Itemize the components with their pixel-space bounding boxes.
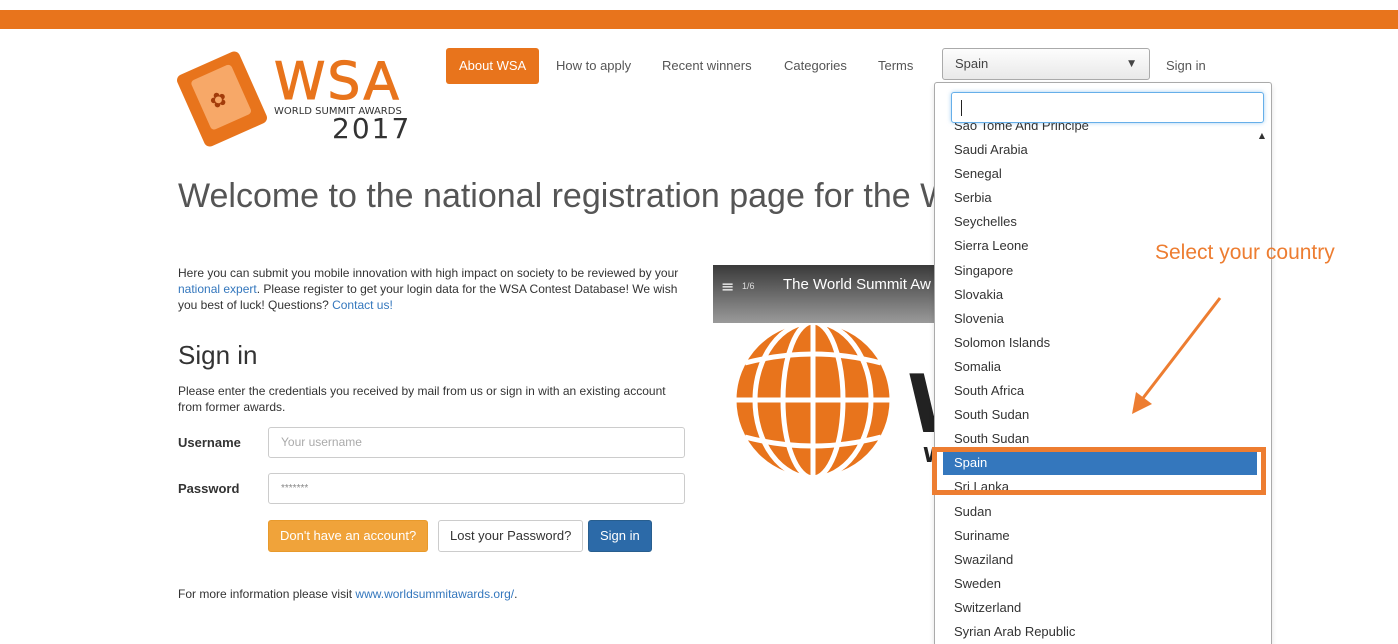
wsa-website-link[interactable]: www.worldsummitawards.org/ <box>355 587 514 601</box>
national-expert-link[interactable]: national expert <box>178 282 257 296</box>
scroll-up-icon[interactable]: ▲ <box>1259 131 1265 140</box>
contact-us-link[interactable]: Contact us! <box>332 298 393 312</box>
nav-how-to-apply[interactable]: How to apply <box>556 48 631 84</box>
nav-recent-winners[interactable]: Recent winners <box>662 48 752 84</box>
country-option[interactable]: Syrian Arab Republic <box>943 620 1257 644</box>
country-option[interactable]: Serbia <box>943 186 1257 210</box>
annotation-label: Select your country <box>1155 241 1335 264</box>
intro-paragraph: Here you can submit you mobile innovatio… <box>178 266 679 312</box>
logo-card-graphic: ✿ <box>175 49 269 149</box>
nav-sign-in[interactable]: Sign in <box>1166 58 1206 73</box>
password-label: Password <box>178 481 240 496</box>
username-input[interactable]: Your username <box>268 427 685 458</box>
country-option[interactable]: Suriname <box>943 524 1257 548</box>
chevron-down-icon: ▼ <box>1128 59 1135 69</box>
text-cursor <box>961 100 962 116</box>
wsa-logo[interactable]: ✿ WSA WORLD SUMMIT AWARDS 2017 <box>175 49 412 149</box>
country-search-input[interactable] <box>951 92 1264 123</box>
top-brand-bar <box>0 10 1398 29</box>
page-title: Welcome to the national registration pag… <box>178 177 934 215</box>
country-option[interactable]: Sudan <box>943 500 1257 524</box>
video-title[interactable]: The World Summit Aw <box>783 276 931 293</box>
logo-wordmark: WSA <box>274 52 401 113</box>
country-option[interactable]: Sao Tome And Principe <box>943 123 1257 138</box>
country-option[interactable]: Seychelles <box>943 210 1257 234</box>
video-title-bar: ≡ 1/6 The World Summit Aw <box>713 265 941 323</box>
sign-in-button[interactable]: Sign in <box>588 520 652 552</box>
video-player[interactable]: ≡ 1/6 The World Summit Aw W W <box>713 265 941 487</box>
playlist-icon[interactable]: ≡ <box>721 277 734 296</box>
country-option[interactable]: Saudi Arabia <box>943 138 1257 162</box>
globe-graphic <box>733 319 893 480</box>
nav-categories[interactable]: Categories <box>784 48 847 84</box>
country-option[interactable]: Senegal <box>943 162 1257 186</box>
lost-password-button[interactable]: Lost your Password? <box>438 520 584 552</box>
country-select[interactable]: Spain ▼ <box>942 48 1150 80</box>
username-label: Username <box>178 435 241 450</box>
country-option[interactable]: Switzerland <box>943 596 1257 620</box>
annotation-highlight-box <box>932 447 1266 495</box>
country-select-value: Spain <box>955 56 989 71</box>
annotation-arrow-icon <box>1132 297 1222 414</box>
register-button[interactable]: Don't have an account? <box>268 520 429 552</box>
nav-about-wsa[interactable]: About WSA <box>446 48 540 84</box>
signin-heading: Sign in <box>178 340 258 370</box>
footer-info: For more information please visit www.wo… <box>178 587 518 601</box>
nav-terms[interactable]: Terms <box>878 48 913 84</box>
country-option[interactable]: Swaziland <box>943 548 1257 572</box>
country-option[interactable]: Sweden <box>943 572 1257 596</box>
password-input[interactable]: ******* <box>268 473 685 504</box>
logo-year: 2017 <box>332 112 412 145</box>
signin-description: Please enter the credentials you receive… <box>178 384 666 414</box>
playlist-count: 1/6 <box>742 281 755 291</box>
